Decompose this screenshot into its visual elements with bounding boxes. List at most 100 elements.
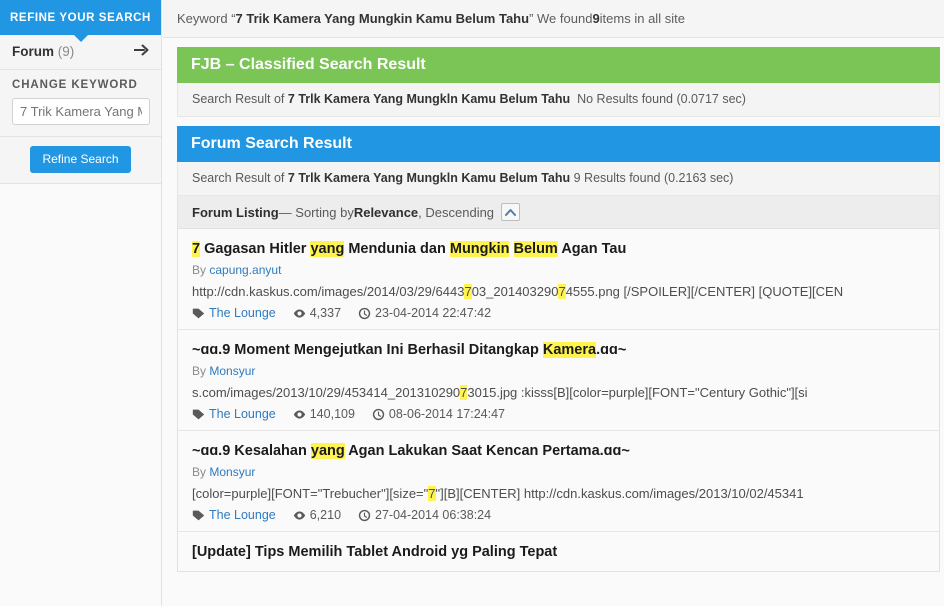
forum-listing-bar: Forum Listing — Sorting by Relevance, De… (177, 196, 940, 229)
result-item[interactable]: ~ɑɑ.9 Kesalahan yang Agan Lakukan Saat K… (178, 431, 939, 532)
result-forum-link[interactable]: The Lounge (209, 508, 276, 522)
highlighted-term: Mungkin (449, 241, 510, 257)
text-fragment: http://cdn.kaskus.com/images/2014/03/29/… (192, 284, 465, 299)
forum-sort-direction: , Descending (418, 204, 495, 220)
forum-result-prefix: Search Result of (192, 171, 288, 185)
result-snippet: s.com/images/2013/10/29/453414_201310290… (192, 385, 925, 400)
search-results-page: REFINE YOUR SEARCH Forum (9) CHANGE KEYW… (0, 0, 944, 606)
highlighted-term: yang (310, 241, 345, 257)
text-fragment: 3015.jpg :kisss[B][color=purple][FONT="C… (467, 385, 808, 400)
result-views: 140,109 (293, 407, 355, 421)
eye-icon (293, 510, 305, 520)
result-by-label: By (192, 364, 210, 378)
result-author-link[interactable]: capung.anyut (209, 263, 281, 277)
result-meta: The Lounge 4,337 23-04-2014 22:47:42 (192, 306, 925, 320)
result-item[interactable]: [Update] Tips Memilih Tablet Android yg … (178, 532, 939, 571)
sort-toggle-button[interactable] (501, 203, 521, 221)
fjb-result-suffix: No Results found (0.0717 sec) (577, 92, 746, 106)
forum-listing-dash: — Sorting by (278, 204, 354, 220)
highlighted-term: 7 (464, 284, 472, 299)
text-fragment: ~ɑɑ.9 Kesalahan (192, 443, 311, 459)
forum-section: Forum Search Result Search Result of 7 T… (177, 126, 940, 572)
forum-sort-field: Relevance (353, 204, 419, 220)
text-fragment: [color=purple][FONT="Trebucher"][size=" (192, 486, 429, 501)
arrow-right-icon[interactable] (133, 44, 149, 59)
result-title[interactable]: 7 Gagasan Hitler yang Mendunia dan Mungk… (192, 240, 640, 259)
highlighted-term: yang (310, 443, 345, 459)
text-fragment: Gagasan Hitler (200, 241, 311, 257)
result-author-line: By capung.anyut (192, 263, 925, 277)
result-title[interactable]: ~ɑɑ.9 Moment Mengejutkan Ini Berhasil Di… (192, 341, 640, 360)
text-fragment: ~ɑɑ.9 Moment Mengejutkan Ini Berhasil Di… (192, 342, 543, 358)
highlighted-term: Kamera (542, 342, 597, 358)
fjb-result-keyword: 7 Trlk Kamera Yang Mungkln Kamu Belum Ta… (287, 92, 571, 106)
text-fragment: [Update] Tips Memilih Tablet Android yg … (192, 544, 558, 560)
sidebar-forum-label: Forum (9) (12, 44, 74, 59)
result-date: 08-06-2014 17:24:47 (372, 407, 505, 421)
result-views-count: 4,337 (309, 306, 342, 320)
fjb-section: FJB – Classified Search Result Search Re… (177, 47, 940, 117)
result-forum[interactable]: The Lounge (192, 407, 276, 421)
result-date: 23-04-2014 22:47:42 (358, 306, 491, 320)
sidebar-forum-count: (9) (57, 44, 75, 59)
result-by-label: By (192, 263, 210, 277)
text-fragment: Agan Tau (557, 241, 627, 257)
text-fragment: Mendunia dan (344, 241, 450, 257)
text-fragment (509, 241, 513, 257)
result-by-label: By (192, 465, 210, 479)
highlighted-term: 7 (192, 241, 201, 257)
tag-icon (192, 409, 205, 419)
result-snippet: http://cdn.kaskus.com/images/2014/03/29/… (192, 284, 925, 299)
result-author-link[interactable]: Monsyur (209, 364, 255, 378)
result-date: 27-04-2014 06:38:24 (358, 508, 491, 522)
refine-search-sidebar: REFINE YOUR SEARCH Forum (9) CHANGE KEYW… (0, 0, 162, 606)
eye-icon (293, 308, 305, 318)
highlighted-term: Belum (513, 241, 558, 257)
result-date-value: 23-04-2014 22:47:42 (375, 306, 492, 320)
tag-icon (192, 510, 205, 520)
keyword-value: 7 Trik Kamera Yang Mungkin Kamu Belum Ta… (235, 11, 530, 26)
keyword-suffix-before-count: ” We found (529, 11, 593, 26)
change-keyword-label: CHANGE KEYWORD (12, 79, 138, 91)
fjb-section-heading: FJB – Classified Search Result (177, 47, 940, 83)
clock-icon (358, 307, 371, 319)
result-title[interactable]: ~ɑɑ.9 Kesalahan yang Agan Lakukan Saat K… (192, 442, 640, 461)
result-forum-link[interactable]: The Lounge (209, 407, 276, 421)
fjb-result-prefix: Search Result of (192, 92, 288, 106)
result-views-count: 140,109 (309, 407, 355, 421)
result-date-value: 08-06-2014 17:24:47 (388, 407, 505, 421)
result-forum-link[interactable]: The Lounge (209, 306, 276, 320)
result-meta: The Lounge 140,109 08-06-2014 17:24:47 (192, 407, 925, 421)
highlighted-term: 7 (428, 486, 436, 501)
result-author-link[interactable]: Monsyur (209, 465, 255, 479)
text-fragment: 03_201403290 (471, 284, 559, 299)
clock-icon (358, 509, 371, 521)
refine-search-button[interactable]: Refine Search (30, 146, 131, 173)
result-views: 4,337 (293, 306, 341, 320)
result-views: 6,210 (293, 508, 341, 522)
change-keyword-block: CHANGE KEYWORD (0, 70, 161, 137)
forum-listing-label: Forum Listing (192, 204, 279, 220)
highlighted-term: 7 (558, 284, 566, 299)
refine-header-label: REFINE YOUR SEARCH (10, 11, 151, 24)
keyword-prefix: Keyword “ (177, 11, 236, 26)
tag-icon (192, 308, 205, 318)
result-forum[interactable]: The Lounge (192, 306, 276, 320)
result-meta: The Lounge 6,210 27-04-2014 06:38:24 (192, 508, 925, 522)
result-author-line: By Monsyur (192, 465, 925, 479)
keyword-suffix-after-count: items in all site (599, 11, 685, 26)
result-views-count: 6,210 (309, 508, 342, 522)
result-author-line: By Monsyur (192, 364, 925, 378)
refine-search-button-row: Refine Search (0, 137, 161, 184)
result-forum[interactable]: The Lounge (192, 508, 276, 522)
result-item[interactable]: 7 Gagasan Hitler yang Mendunia dan Mungk… (178, 229, 939, 330)
result-date-value: 27-04-2014 06:38:24 (375, 508, 492, 522)
result-item[interactable]: ~ɑɑ.9 Moment Mengejutkan Ini Berhasil Di… (178, 330, 939, 431)
forum-result-suffix: 9 Results found (0.2163 sec) (573, 171, 734, 185)
keyword-summary-bar: Keyword “7 Trik Kamera Yang Mungkin Kamu… (163, 0, 944, 38)
forum-result-summary: Search Result of 7 Trlk Kamera Yang Mung… (177, 162, 940, 196)
eye-icon (293, 409, 305, 419)
refine-your-search-header: REFINE YOUR SEARCH (0, 0, 161, 42)
result-title[interactable]: [Update] Tips Memilih Tablet Android yg … (192, 543, 640, 562)
keyword-input[interactable] (12, 98, 150, 125)
